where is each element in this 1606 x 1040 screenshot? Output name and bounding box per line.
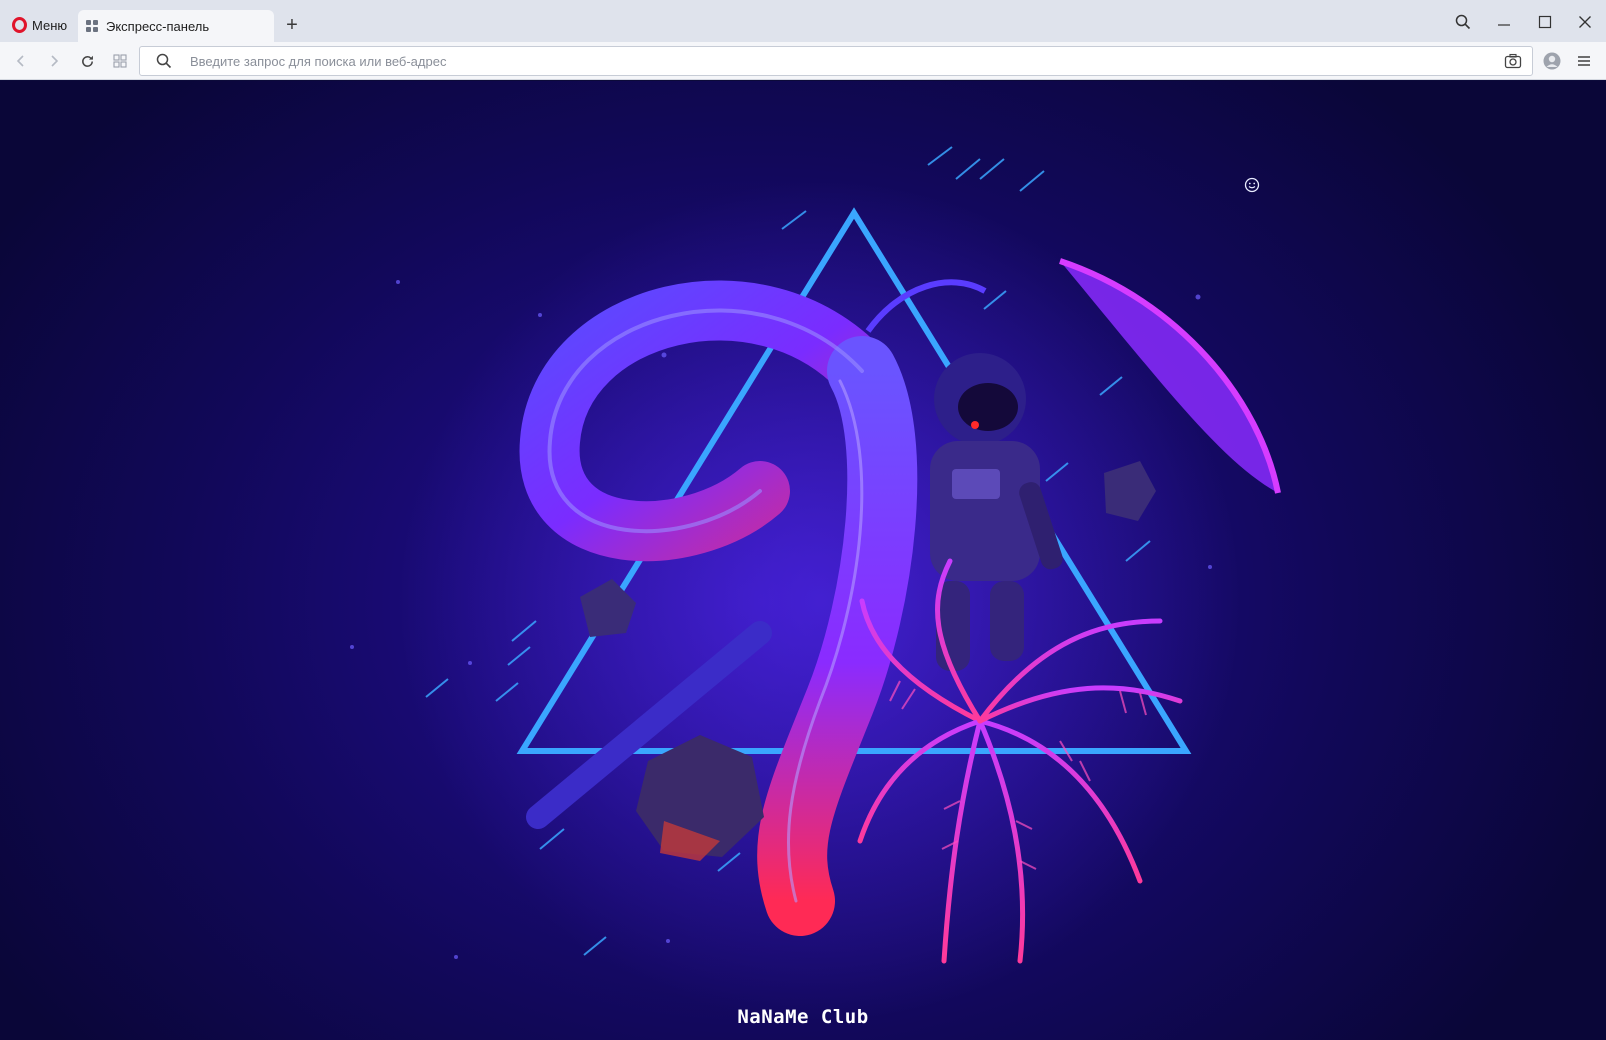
reload-button[interactable] xyxy=(75,49,99,73)
user-icon xyxy=(1543,52,1561,70)
opera-logo-icon xyxy=(12,17,27,33)
search-icon xyxy=(156,53,172,74)
speed-dial-grid-icon xyxy=(86,19,99,33)
emoji-button[interactable] xyxy=(1241,174,1263,196)
wallpaper-image xyxy=(350,146,1281,1021)
tabs-overview-button[interactable] xyxy=(108,49,132,73)
camera-icon xyxy=(1504,53,1522,69)
menu-lines-icon xyxy=(1578,56,1590,66)
address-toolbar xyxy=(0,42,1606,80)
reload-icon xyxy=(81,55,93,67)
minimize-icon xyxy=(1498,24,1510,26)
search-tabs-button[interactable] xyxy=(1451,10,1475,34)
title-bar: Меню Экспресс-панель + xyxy=(0,0,1606,42)
maximize-button[interactable] xyxy=(1533,10,1557,34)
chevron-left-icon xyxy=(16,55,24,67)
smiley-icon xyxy=(1244,177,1260,193)
tab-grid-icon xyxy=(113,54,127,68)
close-button[interactable] xyxy=(1573,10,1597,34)
search-icon xyxy=(1455,14,1471,30)
close-icon xyxy=(1579,16,1591,28)
forward-button[interactable] xyxy=(42,49,66,73)
address-bar[interactable] xyxy=(139,46,1533,76)
new-tab-button[interactable]: + xyxy=(281,15,303,37)
menu-label: Меню xyxy=(32,17,68,33)
chevron-right-icon xyxy=(51,55,59,67)
wallpaper-brand-text: NaNaMe Club xyxy=(737,1006,869,1028)
maximize-icon xyxy=(1538,15,1552,29)
tab-speed-dial[interactable]: Экспресс-панель xyxy=(78,10,274,42)
address-input[interactable] xyxy=(190,50,1470,72)
speed-dial-page: NaNaMe Club xyxy=(0,81,1606,1040)
account-button[interactable] xyxy=(1540,49,1564,73)
menu-button[interactable]: Меню xyxy=(6,14,73,36)
easy-setup-button[interactable] xyxy=(1572,49,1596,73)
snapshot-button[interactable] xyxy=(1504,52,1522,75)
browser-window: Меню Экспресс-панель + Введите запрос дл… xyxy=(0,0,1606,1040)
minimize-button[interactable] xyxy=(1492,10,1516,34)
tab-title: Экспресс-панель xyxy=(106,18,210,34)
back-button[interactable] xyxy=(9,49,33,73)
